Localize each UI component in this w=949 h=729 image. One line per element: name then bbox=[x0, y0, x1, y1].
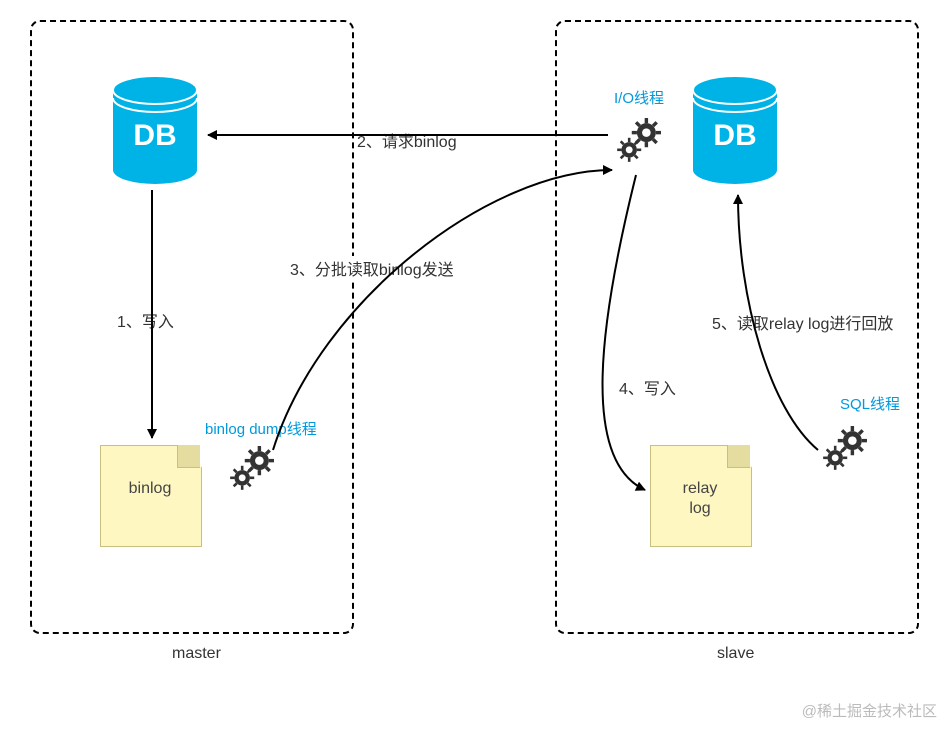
gear-icon bbox=[818, 420, 873, 475]
binlog-dump-thread-label: binlog dump线程 bbox=[203, 418, 319, 439]
step-5-label: 5、读取relay log进行回放 bbox=[710, 310, 895, 334]
svg-text:DB: DB bbox=[713, 119, 756, 152]
step-2-label: 2、请求binlog bbox=[355, 128, 459, 152]
step-1-label: 1、写入 bbox=[115, 308, 176, 332]
database-icon: DB bbox=[110, 75, 200, 185]
binlog-file-label: binlog bbox=[100, 479, 200, 499]
watermark: @稀土掘金技术社区 bbox=[802, 700, 937, 721]
step-3-label: 3、分批读取binlog发送 bbox=[288, 256, 456, 280]
master-title: master bbox=[170, 645, 223, 663]
relaylog-file-label: relay log bbox=[650, 479, 750, 519]
sql-thread-label: SQL线程 bbox=[838, 393, 902, 414]
slave-title: slave bbox=[715, 645, 756, 663]
gear-icon bbox=[612, 112, 667, 167]
file-icon: relay log bbox=[650, 445, 750, 545]
gear-icon bbox=[225, 440, 280, 495]
svg-text:DB: DB bbox=[133, 119, 176, 152]
database-icon: DB bbox=[690, 75, 780, 185]
file-icon: binlog bbox=[100, 445, 200, 545]
io-thread-label: I/O线程 bbox=[612, 87, 666, 108]
step-4-label: 4、写入 bbox=[617, 375, 678, 399]
